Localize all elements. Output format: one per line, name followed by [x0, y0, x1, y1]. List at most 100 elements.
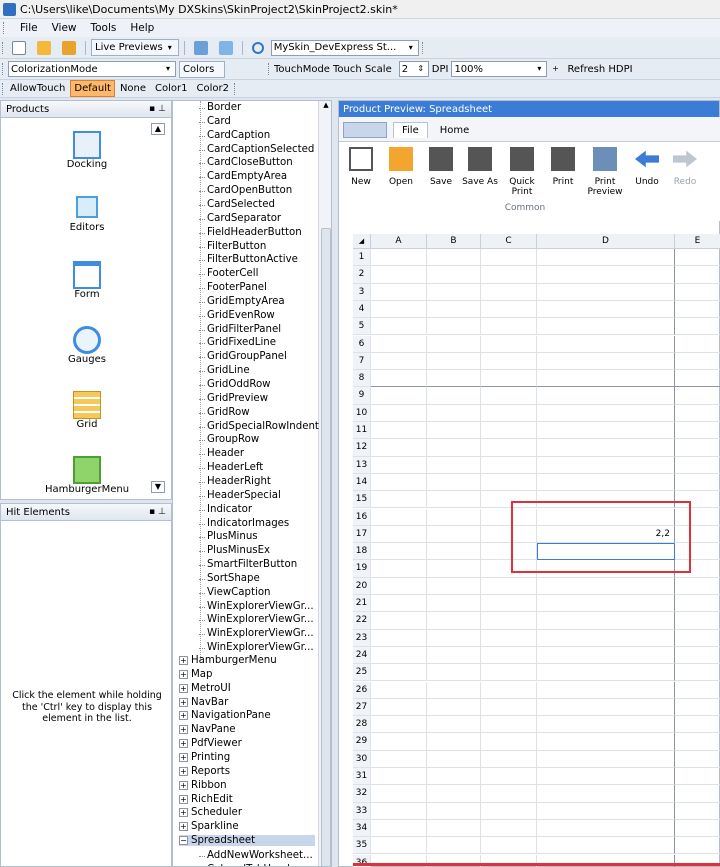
grid-cell[interactable] — [675, 370, 720, 388]
row-header[interactable]: 8 — [353, 370, 371, 388]
tree-group[interactable]: − Spreadsheet — [179, 835, 315, 847]
tree-item[interactable]: GridEvenRow — [199, 310, 275, 324]
tree-item[interactable]: WinExplorerViewGr... — [199, 628, 314, 642]
grid-cell[interactable] — [371, 837, 427, 855]
grid-cell[interactable] — [427, 370, 481, 388]
expand-icon[interactable]: + — [179, 752, 188, 762]
grid-cell[interactable] — [371, 266, 427, 284]
grid-cell[interactable] — [537, 837, 675, 855]
grid-cell[interactable] — [371, 612, 427, 630]
expand-icon[interactable]: + — [179, 822, 188, 832]
row-header[interactable]: 10 — [353, 404, 371, 422]
default-button[interactable]: Default — [70, 80, 115, 97]
grid-cell[interactable] — [371, 768, 427, 786]
product-docking[interactable]: Docking — [1, 123, 173, 188]
grid-cell[interactable] — [675, 422, 720, 440]
grid-cell[interactable] — [427, 733, 481, 751]
tree-scrollbar[interactable]: ▲ — [318, 101, 331, 866]
grid-cell[interactable] — [675, 785, 720, 803]
grid-cell[interactable] — [481, 335, 537, 353]
tree-item[interactable]: GridOddRow — [199, 379, 271, 393]
grid-cell[interactable] — [537, 422, 675, 440]
grid-cell[interactable] — [427, 750, 481, 768]
tree-item[interactable]: CardCloseButton — [199, 157, 293, 171]
grid-cell[interactable] — [537, 595, 675, 613]
grid-cell[interactable] — [427, 802, 481, 820]
grid-cell[interactable] — [675, 820, 720, 838]
grid-cell[interactable] — [481, 422, 537, 440]
grid-cell[interactable] — [675, 716, 720, 734]
tab-file[interactable]: File — [393, 122, 428, 138]
grid-cell[interactable] — [537, 819, 675, 838]
grid-cell[interactable] — [537, 750, 675, 768]
row-header[interactable]: 27 — [353, 698, 371, 717]
grid-cell[interactable] — [675, 664, 720, 682]
tree-item[interactable]: WinExplorerViewGr... — [199, 642, 314, 656]
touch-scale-spinner[interactable]: 2 ⇕ — [398, 61, 429, 77]
grid-cell[interactable] — [427, 629, 481, 647]
grid-cell[interactable] — [481, 629, 537, 647]
row-header[interactable]: 21 — [353, 595, 371, 613]
row-header[interactable]: 5 — [353, 318, 371, 336]
grid-cell[interactable] — [371, 387, 427, 405]
column-header[interactable]: C — [481, 234, 537, 249]
grid-cell[interactable] — [427, 318, 481, 336]
grid-cell[interactable] — [427, 646, 481, 665]
grid-cell[interactable] — [371, 300, 427, 319]
grid-cell[interactable] — [427, 335, 481, 353]
menu-view[interactable]: View — [52, 22, 77, 34]
save-button[interactable] — [58, 39, 80, 56]
grid-cell[interactable] — [675, 733, 720, 751]
grid-cell[interactable] — [675, 336, 720, 353]
tree-group[interactable]: + Ribbon — [179, 780, 227, 791]
row-header[interactable]: 20 — [353, 577, 371, 595]
tree-group[interactable]: + HamburgerMenu — [179, 655, 277, 666]
tree-item[interactable]: CardCaptionSelected — [198, 144, 314, 158]
tree-group[interactable]: + Reports — [179, 766, 230, 777]
grid-cell[interactable] — [481, 595, 537, 613]
column-header[interactable]: E — [675, 234, 720, 249]
quick-print-button[interactable]: Quick Print — [502, 147, 542, 197]
grid-cell[interactable] — [481, 577, 537, 595]
grid-cell[interactable] — [371, 404, 427, 422]
grid-cell[interactable] — [371, 802, 427, 820]
grid-cell[interactable] — [371, 595, 427, 613]
grid-cell[interactable] — [675, 387, 720, 405]
grid-cell[interactable] — [427, 404, 481, 422]
grid-cell[interactable] — [537, 612, 675, 630]
color1-button[interactable]: Color1 — [151, 80, 191, 97]
tree-group[interactable]: + Map — [179, 669, 213, 680]
touch-mode-toggle[interactable]: TouchMode — [274, 64, 330, 75]
grid-cell[interactable] — [537, 335, 675, 353]
grid-cell[interactable] — [427, 698, 481, 717]
grid-cell[interactable] — [371, 560, 427, 578]
tree-group[interactable]: + RichEdit — [179, 794, 233, 805]
tree-item[interactable]: GridGroupPanel — [199, 351, 287, 365]
grid-cell[interactable] — [371, 646, 427, 665]
grid-cell[interactable] — [481, 352, 537, 371]
row-header[interactable]: 9 — [353, 387, 371, 405]
tree-item[interactable]: GridFilterPanel — [198, 324, 281, 338]
grid-cell[interactable] — [427, 491, 481, 509]
menu-tools[interactable]: Tools — [91, 22, 117, 34]
row-header[interactable]: 4 — [353, 300, 371, 319]
grid-cell[interactable] — [675, 682, 720, 699]
expand-icon[interactable]: + — [179, 725, 188, 735]
none-button[interactable]: None — [116, 80, 150, 97]
grid-cell[interactable] — [481, 785, 537, 803]
row-header[interactable]: 11 — [353, 422, 371, 440]
row-header[interactable]: 31 — [353, 768, 371, 786]
tree-group[interactable]: + Scheduler — [179, 807, 242, 818]
grid-cell[interactable] — [537, 318, 675, 336]
colors-button[interactable]: Colors — [179, 60, 225, 78]
row-header[interactable]: 33 — [353, 802, 371, 820]
tree-item[interactable]: HeaderSpecial — [199, 490, 281, 504]
grid-cell[interactable] — [481, 266, 537, 284]
grid-cell[interactable] — [371, 456, 427, 474]
grid-cell[interactable] — [537, 456, 675, 474]
tree-item[interactable]: GridEmptyArea — [199, 296, 285, 310]
dpi-combo[interactable]: 100% ▾ — [451, 61, 548, 77]
save-as-button[interactable]: Save As — [460, 147, 500, 187]
grid-cell[interactable] — [537, 664, 675, 682]
grid-cell[interactable] — [481, 456, 537, 474]
